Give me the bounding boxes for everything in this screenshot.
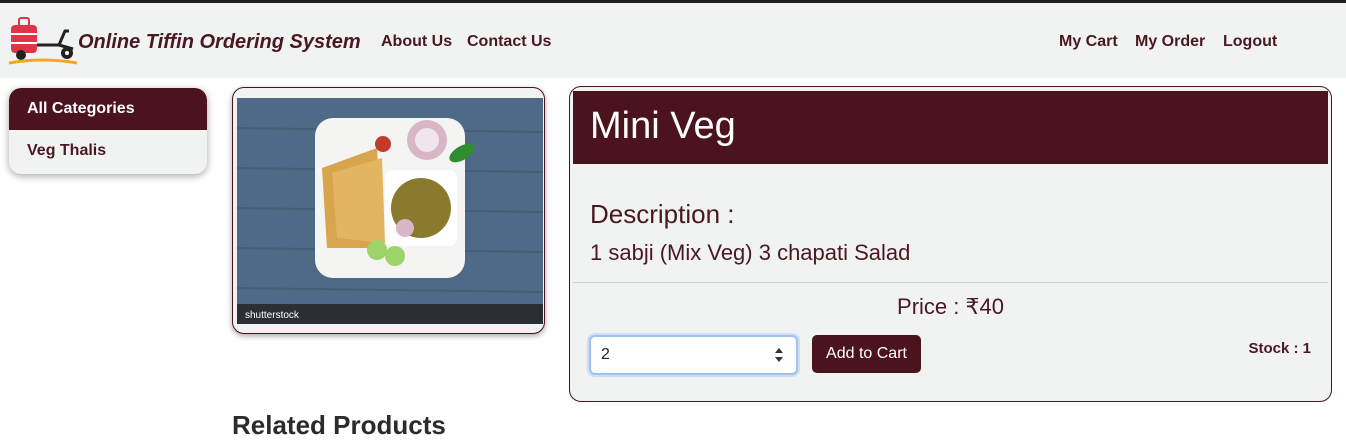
nav-about-us[interactable]: About Us [381, 33, 452, 51]
product-header: Mini Veg [573, 91, 1328, 164]
quantity-input[interactable] [601, 346, 751, 364]
nav-logout[interactable]: Logout [1223, 33, 1277, 51]
description-label: Description : [590, 199, 735, 229]
nav-my-order[interactable]: My Order [1135, 33, 1205, 51]
product-title: Mini Veg [590, 105, 736, 147]
product-image: shutterstock [237, 98, 543, 324]
product-detail-card: Mini Veg Description : 1 sabji (Mix Veg)… [569, 86, 1332, 402]
product-image-card: shutterstock [232, 87, 545, 334]
add-to-cart-button[interactable]: Add to Cart [812, 335, 921, 373]
spinner-arrows-icon[interactable] [774, 345, 784, 365]
category-item-all[interactable]: All Categories [9, 88, 207, 130]
navbar: Online Tiffin Ordering System About Us C… [0, 3, 1346, 78]
quantity-stepper[interactable] [589, 335, 798, 375]
category-item-veg-thalis[interactable]: Veg Thalis [9, 130, 207, 172]
product-price: Price : ₹40 [897, 294, 1004, 319]
shutterstock-watermark: shutterstock [245, 310, 300, 321]
nav-my-cart[interactable]: My Cart [1059, 33, 1118, 51]
delivery-scooter-logo-icon [8, 17, 78, 65]
nav-contact-us[interactable]: Contact Us [467, 33, 551, 51]
stock-label: Stock : 1 [1248, 340, 1311, 357]
divider [573, 282, 1328, 283]
brand-title[interactable]: Online Tiffin Ordering System [78, 31, 361, 54]
related-products-heading: Related Products [232, 410, 446, 440]
description-text: 1 sabji (Mix Veg) 3 chapati Salad [590, 240, 911, 265]
category-sidebar: All Categories Veg Thalis [9, 88, 207, 174]
